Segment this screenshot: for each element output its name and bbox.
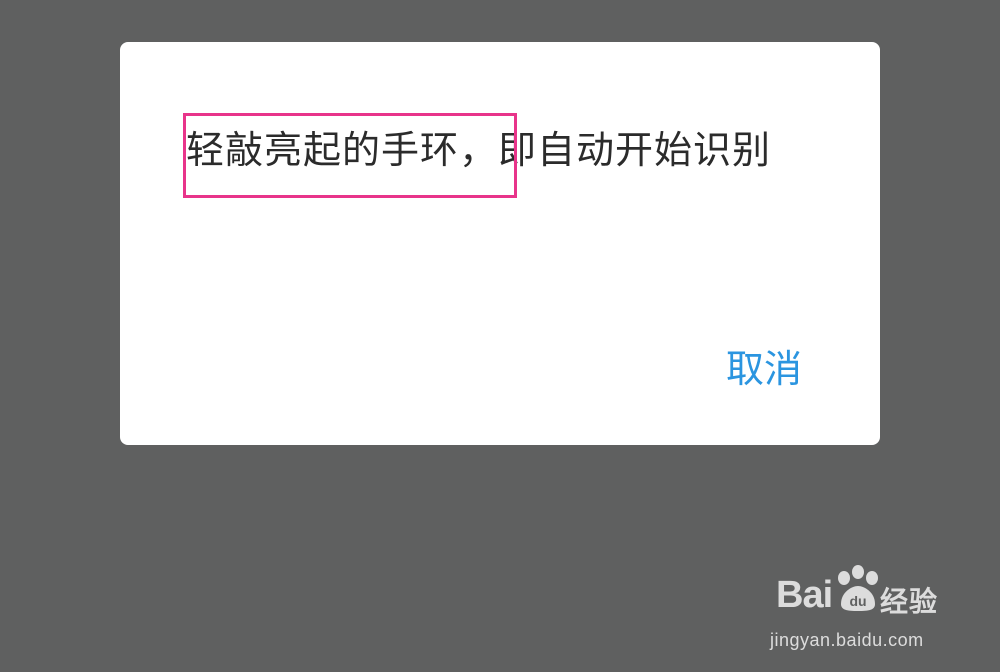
dialog-message: 轻敲亮起的手环，即自动开始识别 bbox=[186, 128, 772, 172]
cancel-button[interactable]: 取消 bbox=[726, 345, 802, 393]
watermark-logo-bai: Bai bbox=[776, 574, 833, 616]
baidu-jingyan-watermark: Bai du 经验 jingyan.baidu.com bbox=[758, 564, 948, 654]
dialog: 轻敲亮起的手环，即自动开始识别 取消 bbox=[120, 42, 880, 445]
watermark-cn-text: 经验 bbox=[880, 586, 939, 617]
modal-backdrop[interactable]: 轻敲亮起的手环，即自动开始识别 取消 Bai du 经验 jingyan.bai… bbox=[0, 0, 1000, 672]
watermark-logo-text: Bai bbox=[776, 574, 833, 617]
watermark-logo-du: du bbox=[849, 593, 866, 609]
watermark-url: jingyan.baidu.com bbox=[770, 630, 924, 650]
baidu-paw-icon: du bbox=[838, 565, 878, 611]
